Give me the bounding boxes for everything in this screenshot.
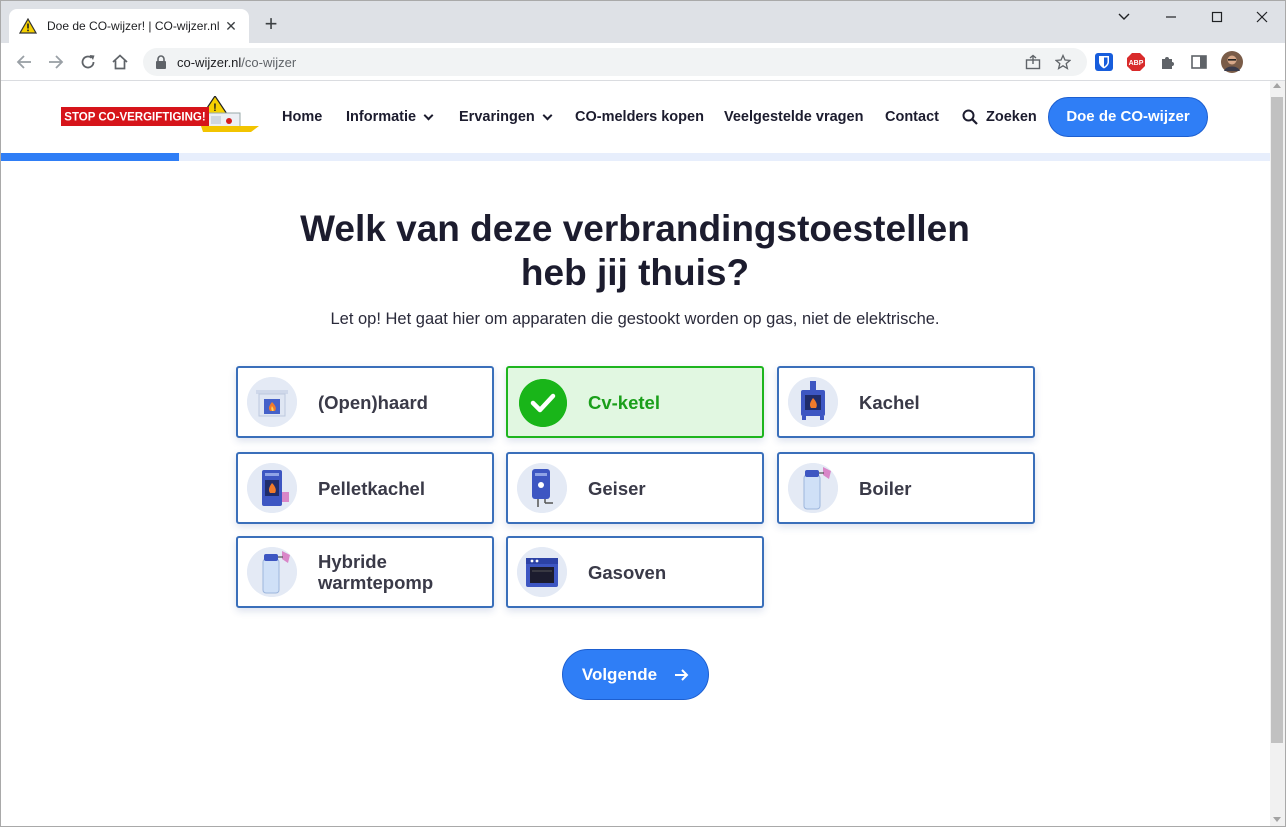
option-cv-ketel[interactable]: Cv-ketel [506,366,764,438]
geyser-icon [517,463,567,513]
heat-pump-icon [247,547,297,597]
option-label: Cv-ketel [588,391,660,413]
back-icon[interactable] [13,51,35,73]
option-label-line-1: Hybride [318,551,387,572]
scroll-up-icon[interactable] [1273,83,1281,88]
tab-strip: Doe de CO-wijzer! | CO-wijzer.nl ✕ + [1,1,1285,43]
extensions-puzzle-icon[interactable] [1158,52,1178,72]
pellet-stove-icon [247,463,297,513]
next-button-label: Volgende [581,664,658,684]
nav-ervaringen-label: Ervaringen [459,109,535,125]
bitwarden-icon[interactable] [1094,52,1114,72]
option-label-line-2: warmtepomp [318,572,434,593]
url-path: /co-wijzer [241,54,297,70]
side-panel-icon[interactable] [1189,52,1209,72]
option-label: (Open)haard [318,391,428,413]
nav-faq[interactable]: Veelgestelde vragen [724,109,863,125]
nav-faq-label: Veelgestelde vragen [724,109,864,125]
option-geiser[interactable]: Geiser [506,452,764,524]
fireplace-icon [247,377,297,427]
scroll-thumb[interactable] [1271,97,1283,743]
browser-toolbar: co-wijzer.nl/co-wijzer ABP [1,43,1285,81]
option-label: Hybride warmtepomp [318,551,433,593]
browser-window: Doe de CO-wijzer! | CO-wijzer.nl ✕ + co-… [0,0,1286,827]
address-bar[interactable]: co-wijzer.nl/co-wijzer [143,48,1087,76]
gas-oven-icon [517,547,567,597]
nav-co-melders[interactable]: CO-melders kopen [575,109,704,125]
tab-title: Doe de CO-wijzer! | CO-wijzer.nl [47,19,220,33]
heading-line-1: Welk van deze verbrandingstoestellen [300,208,970,249]
option-boiler[interactable]: Boiler [777,452,1035,524]
site-logo[interactable]: ! STOP CO-VERGIFTIGING! [61,96,259,136]
svg-text:ABP: ABP [1129,60,1144,67]
nav-informatie-label: Informatie [346,109,417,125]
co-wijzer-cta-button[interactable]: Doe de CO-wijzer [1048,97,1208,137]
nav-home[interactable]: Home [282,109,322,125]
option-open-haard[interactable]: (Open)haard [236,366,494,438]
boiler-icon [788,463,838,513]
nav-search[interactable]: Zoeken [962,109,1037,125]
page-scrollbar[interactable] [1269,81,1285,826]
nav-contact[interactable]: Contact [885,109,939,125]
tab-close-icon[interactable]: ✕ [223,18,239,34]
next-button[interactable]: Volgende [562,649,709,700]
progress-fill [1,153,179,161]
option-label: Pelletkachel [318,477,425,499]
progress-bar [1,153,1270,161]
nav-search-label: Zoeken [986,109,1037,125]
logo-text: STOP CO-VERGIFTIGING! [64,112,205,124]
nav-contact-label: Contact [885,109,939,125]
option-label: Gasoven [588,561,667,583]
new-tab-icon[interactable]: + [259,13,283,37]
maximize-icon[interactable] [1202,7,1232,27]
heading-line-2: heb jij thuis? [520,252,750,293]
tab-search-chevron-icon[interactable] [1109,7,1139,27]
question-subtext: Let op! Het gaat hier om apparaten die g… [330,310,940,328]
option-label: Kachel [859,391,920,413]
stove-icon [788,377,838,427]
chevron-down-icon [542,110,553,120]
bookmark-star-icon[interactable] [1053,52,1073,72]
warning-icon [19,18,37,34]
search-icon [962,109,978,125]
share-icon[interactable] [1023,52,1043,72]
checkmark-icon [519,379,567,427]
minimize-icon[interactable] [1156,7,1186,27]
option-label: Boiler [859,477,912,499]
close-window-icon[interactable] [1247,7,1277,27]
nav-home-label: Home [282,109,323,125]
adblock-plus-icon[interactable]: ABP [1126,52,1146,72]
svg-text:!: ! [213,102,217,114]
reload-icon[interactable] [77,51,99,73]
nav-informatie[interactable]: Informatie [346,109,434,125]
page-content: ! STOP CO-VERGIFTIGING! Home Informatie … [1,81,1270,826]
option-pelletkachel[interactable]: Pelletkachel [236,452,494,524]
profile-avatar[interactable] [1221,51,1243,73]
option-kachel[interactable]: Kachel [777,366,1035,438]
arrow-right-icon [675,668,689,681]
url-host: co-wijzer.nl [177,54,242,70]
question-heading: Welk van deze verbrandingstoestellen heb… [235,207,1035,295]
lock-icon [156,55,166,69]
browser-tab[interactable]: Doe de CO-wijzer! | CO-wijzer.nl ✕ [9,9,249,43]
home-icon[interactable] [109,51,131,73]
chevron-down-icon [423,110,434,120]
nav-co-melders-label: CO-melders kopen [575,109,704,125]
option-label: Geiser [588,477,646,499]
option-hybride-warmtepomp[interactable]: Hybride warmtepomp [236,536,494,608]
nav-ervaringen[interactable]: Ervaringen [459,109,553,125]
site-header: ! STOP CO-VERGIFTIGING! Home Informatie … [1,81,1270,153]
forward-icon[interactable] [45,51,67,73]
option-gasoven[interactable]: Gasoven [506,536,764,608]
scroll-down-icon[interactable] [1273,817,1281,822]
